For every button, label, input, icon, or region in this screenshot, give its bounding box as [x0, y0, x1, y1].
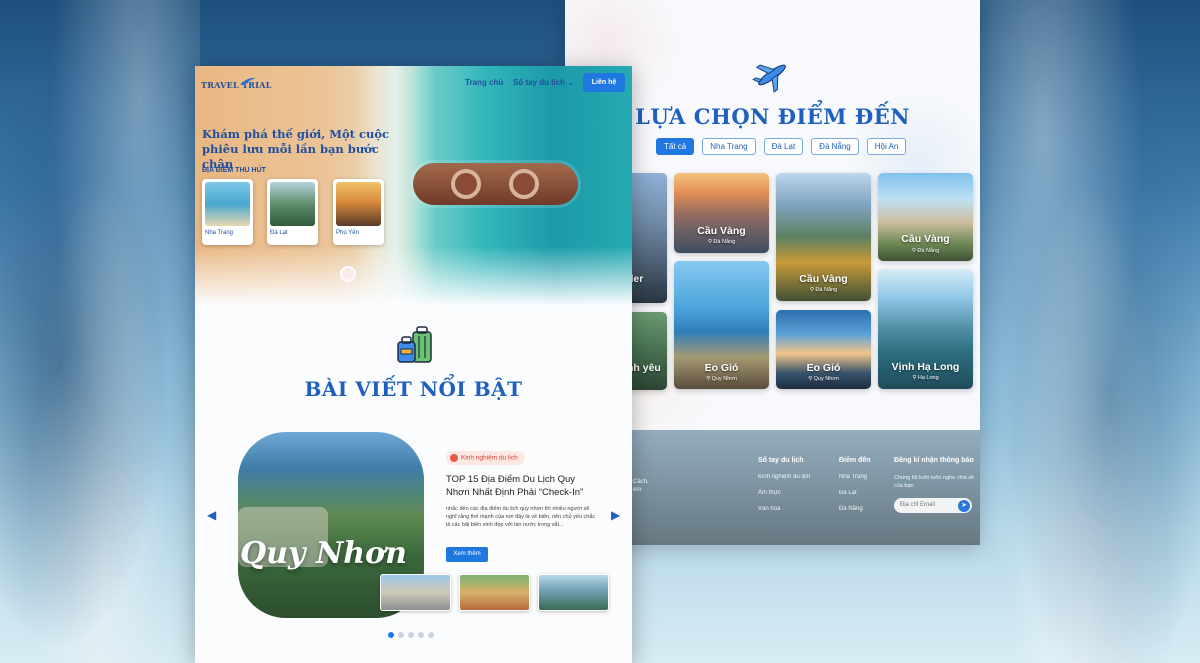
post-thumbnail[interactable] — [380, 574, 451, 611]
contact-button[interactable]: Liên hệ — [583, 73, 625, 92]
card-name: Eo Gió — [704, 362, 739, 374]
send-icon[interactable]: ➤ — [958, 499, 970, 512]
chevron-down-icon: ⌄ — [567, 78, 574, 87]
post-thumbnail[interactable] — [538, 574, 609, 611]
footer-link[interactable]: Nha Trang — [839, 474, 871, 480]
card-name: Cầu Vàng — [799, 273, 848, 285]
footer-heading: Đăng kí nhận thông báo — [894, 457, 974, 464]
filter-da-nang[interactable]: Đà Nẵng — [811, 138, 859, 155]
luggage-icon — [397, 326, 432, 363]
carousel-dot[interactable] — [428, 632, 434, 638]
footer-col-handbook: Sổ tay du lịch Kinh nghiệm du lịch Ẩm th… — [758, 457, 810, 522]
card-name: Vịnh Hạ Long — [891, 361, 960, 373]
next-arrow-icon[interactable]: ▶ — [611, 508, 620, 522]
post-title[interactable]: TOP 15 Địa Điểm Du Lịch Quy Nhơn Nhất Đị… — [446, 473, 596, 499]
footer-link[interactable]: Kinh nghiệm du lịch — [758, 474, 810, 480]
globe-icon — [450, 454, 458, 462]
attraction-card[interactable]: Phú Yên — [333, 179, 384, 245]
filter-da-lat[interactable]: Đà Lạt — [763, 138, 804, 155]
card-name: Cầu Vàng — [901, 233, 950, 245]
post-excerpt: nhắc đến các địa điểm du lịch quy nhơn t… — [446, 506, 596, 528]
card-location: ⚲ Đà Nẵng — [911, 248, 940, 254]
background-left — [0, 0, 200, 663]
carousel-dot[interactable] — [388, 632, 394, 638]
filter-tabs: Tất cả Nha Trang Đà Lạt Đà Nẵng Hội An — [656, 138, 907, 155]
footer-heading: Sổ tay du lịch — [758, 457, 804, 464]
destination-card[interactable]: Cầu Vàng ⚲ Đà Nẵng — [674, 173, 769, 253]
footer-partial-text: Cách, em — [633, 479, 649, 493]
carousel-dot[interactable] — [418, 632, 424, 638]
card-location: ⚲ Đà Nẵng — [707, 239, 736, 245]
subscribe-description: Chúng tôi luôn luôn nghe chia sẻ của bạn — [894, 475, 975, 489]
ship-ring — [451, 169, 481, 199]
attraction-label: Phú Yên — [336, 230, 359, 236]
hero-banner — [195, 66, 632, 306]
attraction-image — [205, 182, 250, 226]
post-thumbnail[interactable] — [459, 574, 530, 611]
destination-card[interactable]: Vịnh Hạ Long ⚲ Hạ Long — [878, 269, 973, 389]
email-placeholder: Địa chỉ Email — [900, 502, 936, 508]
footer-col-destinations: Điểm đến Nha Trang Đà Lạt Đà Nẵng — [839, 457, 871, 522]
hero-ship-image — [413, 163, 578, 205]
destination-card[interactable]: Eo Gió ⚲ Quy Nhơn — [674, 261, 769, 389]
card-name: Eo Gió — [806, 362, 841, 374]
prev-arrow-icon[interactable]: ◀ — [207, 508, 216, 522]
read-more-button[interactable]: Xem thêm — [446, 547, 488, 562]
card-name: nh yêu — [627, 362, 661, 374]
card-location: ⚲ Hạ Long — [912, 375, 939, 381]
card-name: Cầu Vàng — [697, 225, 746, 237]
hero-title: Khám phá thế giới, Một cuộc phiêu lưu mỗ… — [202, 127, 390, 171]
top-nav: TRAVEL TRIAL Trang chủ Sổ tay du lịch ⌄ … — [195, 66, 632, 98]
logo-wing-icon — [240, 77, 256, 85]
filter-nha-trang[interactable]: Nha Trang — [702, 138, 756, 155]
post-category-badge[interactable]: Kinh nghiệm du lịch — [446, 451, 525, 465]
footer-heading: Điểm đến — [839, 457, 871, 464]
filter-all[interactable]: Tất cả — [656, 138, 695, 155]
attraction-image — [336, 182, 381, 226]
carousel-dots — [388, 632, 434, 638]
home-page: TRAVEL TRIAL Trang chủ Sổ tay du lịch ⌄ … — [195, 66, 632, 663]
post-image-caption: Quy Nhơn — [240, 536, 407, 571]
ship-ring — [509, 169, 539, 199]
destination-card[interactable]: Cầu Vàng ⚲ Đà Nẵng — [878, 173, 973, 261]
email-input[interactable]: Địa chỉ Email ➤ — [894, 498, 972, 513]
attraction-image — [270, 182, 315, 226]
filter-hoi-an[interactable]: Hội An — [866, 138, 907, 155]
footer-link[interactable]: Đà Nẵng — [839, 506, 871, 512]
carousel-dot[interactable] — [408, 632, 414, 638]
card-location: ⚲ Đà Nẵng — [809, 287, 838, 293]
nav-home[interactable]: Trang chủ — [465, 78, 503, 87]
card-location: ⚲ Quy Nhơn — [706, 376, 737, 382]
attraction-card[interactable]: Nha Trang — [202, 179, 253, 245]
footer-col-subscribe: Đăng kí nhận thông báo Chúng tôi luôn lu… — [894, 457, 976, 523]
footer-link[interactable]: Ẩm thực — [758, 490, 810, 496]
logo[interactable]: TRAVEL TRIAL — [201, 80, 272, 90]
hero-fade — [195, 246, 632, 306]
nav-handbook[interactable]: Sổ tay du lịch ⌄ — [513, 78, 574, 87]
carousel-dot[interactable] — [398, 632, 404, 638]
background-right — [975, 0, 1200, 663]
section-title: BÀI VIẾT NỔI BẬT — [304, 377, 523, 401]
destination-card[interactable]: Eo Gió ⚲ Quy Nhơn — [776, 310, 871, 389]
airplane-icon — [752, 64, 786, 93]
footer-link[interactable]: Văn hoá — [758, 506, 810, 512]
attraction-label: Đà Lạt — [270, 230, 288, 236]
card-location: ⚲ Quy Nhơn — [808, 376, 839, 382]
card-name: der — [627, 273, 644, 285]
destination-card[interactable]: Cầu Vàng ⚲ Đà Nẵng — [776, 173, 871, 301]
attraction-card[interactable]: Đà Lạt — [267, 179, 318, 245]
attraction-label: Nha Trang — [205, 230, 234, 236]
footer-link[interactable]: Đà Lạt — [839, 490, 871, 496]
attractions-label: ĐỊA ĐIỂM THU HÚT — [202, 167, 266, 174]
